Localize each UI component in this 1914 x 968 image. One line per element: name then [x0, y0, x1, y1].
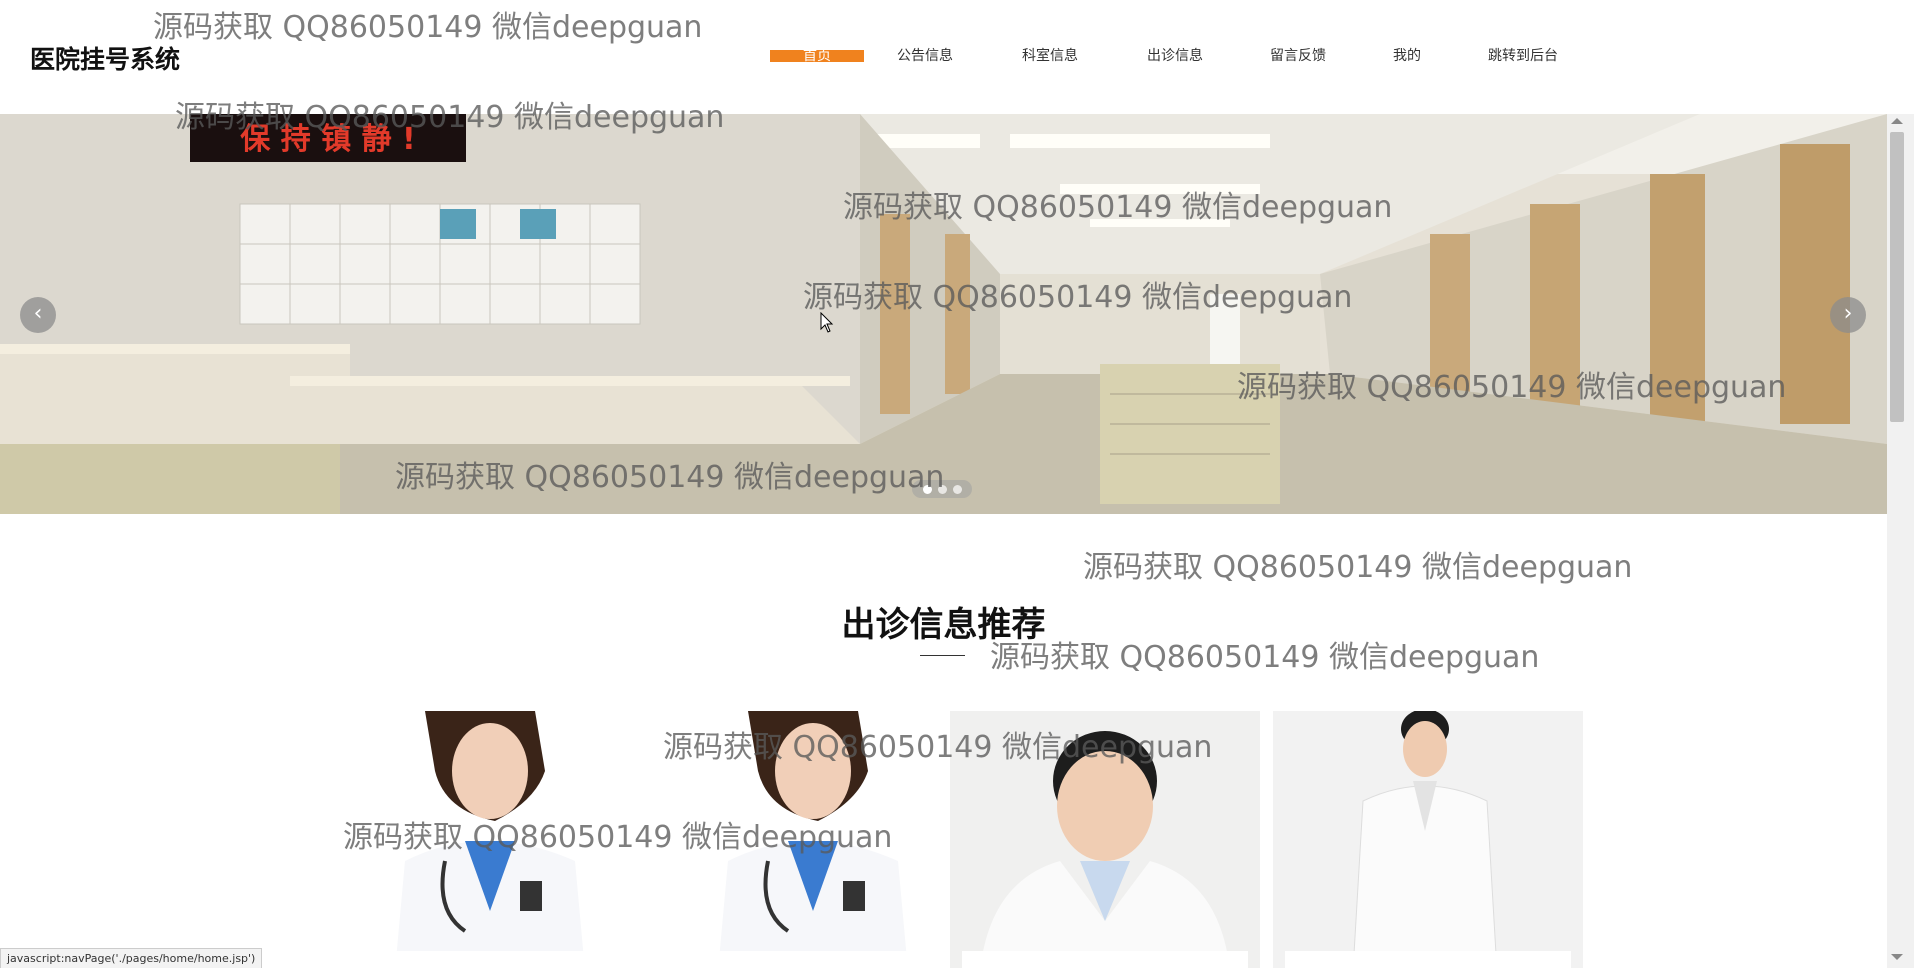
nav-admin[interactable]: 跳转到后台	[1475, 46, 1571, 66]
female-doctor-photo	[335, 711, 645, 968]
male-doctor-photo	[950, 711, 1260, 968]
carousel-pagination	[912, 480, 972, 498]
browser-status-bar: javascript:navPage('./pages/home/home.js…	[0, 948, 263, 968]
title-divider	[920, 655, 965, 656]
doctor-card[interactable]	[950, 711, 1260, 968]
doctor-card[interactable]	[335, 711, 645, 968]
hospital-lobby-image: 保 持 镇 静 !	[0, 114, 1887, 514]
scroll-down-arrow-icon[interactable]	[1891, 954, 1903, 960]
carousel-dot-3[interactable]	[953, 485, 962, 494]
scroll-thumb[interactable]	[1890, 132, 1904, 422]
scroll-up-arrow-icon[interactable]	[1891, 118, 1903, 124]
watermark-text: 源码获取 QQ86050149 微信deepguan	[1083, 550, 1633, 585]
chevron-left-icon: ‹	[33, 301, 43, 326]
hero-carousel[interactable]: 保 持 镇 静 ! ‹ ›	[0, 114, 1887, 514]
carousel-dot-1[interactable]	[923, 485, 932, 494]
nav-mine[interactable]: 我的	[1370, 46, 1444, 66]
section-title: 出诊信息推荐	[841, 605, 1046, 645]
nav-announcements[interactable]: 公告信息	[880, 46, 970, 66]
carousel-prev-button[interactable]: ‹	[20, 297, 56, 333]
site-title: 医院挂号系统	[30, 45, 181, 74]
carousel-next-button[interactable]: ›	[1830, 297, 1866, 333]
nav-feedback[interactable]: 留言反馈	[1253, 46, 1343, 66]
nav-departments[interactable]: 科室信息	[1005, 46, 1095, 66]
male-doctor-photo	[1273, 711, 1583, 968]
chevron-right-icon: ›	[1843, 301, 1853, 326]
led-sign-text: 保 持 镇 静 !	[240, 122, 415, 157]
nav-home[interactable]: 首页	[770, 49, 864, 63]
doctor-card[interactable]	[658, 711, 968, 968]
nav-clinic-schedule[interactable]: 出诊信息	[1130, 46, 1220, 66]
mouse-cursor-icon	[820, 312, 834, 333]
site-header: 医院挂号系统 首页 公告信息 科室信息 出诊信息 留言反馈 我的 跳转到后台	[0, 0, 1887, 114]
page-scrollbar[interactable]	[1887, 114, 1914, 968]
female-doctor-photo	[658, 711, 968, 968]
doctor-card[interactable]	[1273, 711, 1583, 968]
carousel-dot-2[interactable]	[938, 485, 947, 494]
